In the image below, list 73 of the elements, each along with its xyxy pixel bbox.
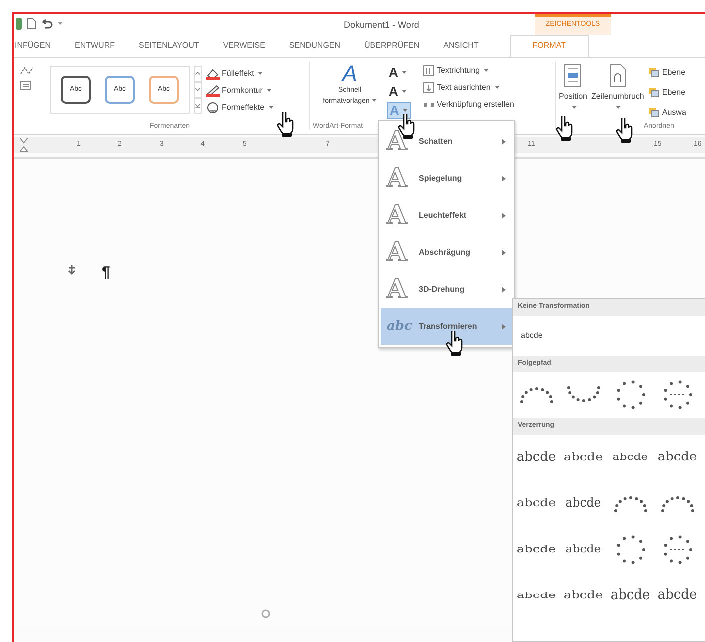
gallery-item[interactable]: abcde bbox=[654, 436, 701, 478]
menu-item[interactable]: A 3D-Drehung bbox=[381, 271, 512, 308]
menu-item[interactable]: A Spiegelung bbox=[381, 160, 512, 197]
caret-icon bbox=[268, 106, 274, 110]
caret-icon bbox=[266, 88, 272, 92]
gallery-item[interactable]: abcde bbox=[562, 531, 605, 568]
gallery-item[interactable]: abcde bbox=[560, 577, 607, 614]
undo-icon[interactable] bbox=[41, 19, 53, 29]
gallery-item[interactable]: abcde bbox=[607, 570, 654, 621]
edit-shape-icon[interactable] bbox=[20, 66, 36, 76]
caret-icon bbox=[402, 70, 408, 74]
ribbon-tab[interactable]: SENDUNGEN bbox=[288, 35, 342, 57]
submenu-arrow-icon bbox=[502, 212, 506, 218]
gallery-item[interactable]: abcde bbox=[513, 316, 543, 356]
indent-marker-icon[interactable] bbox=[20, 138, 28, 152]
ribbon-command[interactable]: Auswa bbox=[648, 104, 686, 121]
window-title: Dokument1 - Word bbox=[344, 19, 420, 32]
ribbon-command[interactable]: Textrichtung bbox=[423, 62, 552, 79]
rotate-handle-icon[interactable] bbox=[261, 609, 271, 619]
submenu-arrow-icon bbox=[502, 176, 506, 182]
caret-icon bbox=[372, 98, 377, 103]
align-text-icon bbox=[423, 82, 435, 94]
menu-item[interactable]: abc Transformieren bbox=[381, 308, 512, 345]
ribbon-tab[interactable]: ÜBERPRÜFEN bbox=[364, 35, 421, 57]
text-outline-button[interactable]: A bbox=[387, 83, 412, 100]
shape-effects-icon bbox=[206, 101, 220, 114]
pencil-icon bbox=[206, 84, 220, 97]
text-box-icon[interactable] bbox=[20, 80, 32, 90]
wrap-text-button[interactable]: Zeilenumbruch bbox=[591, 64, 644, 134]
layers-icon bbox=[648, 87, 660, 98]
scroll-down-icon[interactable] bbox=[194, 82, 202, 98]
ribbon-tab[interactable]: ANSICHT bbox=[442, 35, 480, 57]
new-document-icon[interactable] bbox=[26, 18, 36, 30]
text-direction-icon bbox=[423, 64, 435, 76]
menu-item[interactable]: A Abschrägung bbox=[381, 234, 512, 271]
caret-icon bbox=[258, 72, 264, 76]
gallery-item[interactable]: abcde bbox=[562, 480, 605, 526]
gallery-item[interactable]: abcde bbox=[560, 439, 607, 476]
submenu-arrow-icon bbox=[502, 286, 506, 292]
ribbon-command[interactable]: Text ausrichten bbox=[423, 79, 552, 96]
caret-icon bbox=[572, 106, 577, 110]
selection-pane-icon bbox=[648, 107, 660, 118]
ribbon-command[interactable]: Formeffekte bbox=[206, 99, 274, 116]
ribbon-tab[interactable]: ENTWURF bbox=[74, 35, 116, 57]
gallery-item[interactable]: abcde bbox=[513, 484, 560, 524]
menu-item[interactable]: A Schatten bbox=[381, 123, 512, 160]
menu-item[interactable]: A Leuchteffekt bbox=[381, 197, 512, 234]
position-icon bbox=[564, 64, 582, 88]
gallery-item[interactable]: abcde bbox=[609, 441, 652, 474]
fill-bucket-icon bbox=[206, 67, 220, 80]
gallery-item[interactable]: abcde bbox=[654, 571, 701, 620]
gallery-item[interactable]: abcde bbox=[513, 532, 560, 567]
caret-icon bbox=[616, 106, 622, 110]
submenu-arrow-icon bbox=[502, 250, 506, 256]
submenu-arrow-icon bbox=[502, 138, 506, 144]
more-icon[interactable] bbox=[194, 98, 202, 114]
ribbon-command[interactable]: Verknüpfung erstellen bbox=[423, 96, 552, 113]
ribbon-command[interactable]: Fülleffekt bbox=[206, 65, 274, 82]
text-fill-button[interactable]: A bbox=[387, 64, 412, 81]
ribbon-tab[interactable]: VERWEISE bbox=[222, 35, 266, 57]
paragraph-mark: ¶ bbox=[102, 263, 110, 283]
ribbon-command[interactable]: Ebene bbox=[648, 84, 686, 101]
ribbon-tab[interactable]: SEITENLAYOUT bbox=[138, 35, 200, 57]
anchor-icon bbox=[67, 264, 77, 276]
caret-icon bbox=[402, 90, 408, 94]
ribbon-command[interactable]: Formkontur bbox=[206, 82, 274, 99]
submenu-arrow-icon bbox=[502, 324, 506, 330]
gallery-item[interactable]: abcde bbox=[513, 434, 560, 480]
ribbon-command[interactable]: Ebene bbox=[648, 64, 686, 81]
ribbon-tab[interactable]: INFÜGEN bbox=[14, 35, 52, 57]
caret-icon[interactable] bbox=[58, 22, 62, 26]
wrap-text-icon bbox=[608, 64, 627, 88]
layers-icon bbox=[648, 67, 660, 78]
